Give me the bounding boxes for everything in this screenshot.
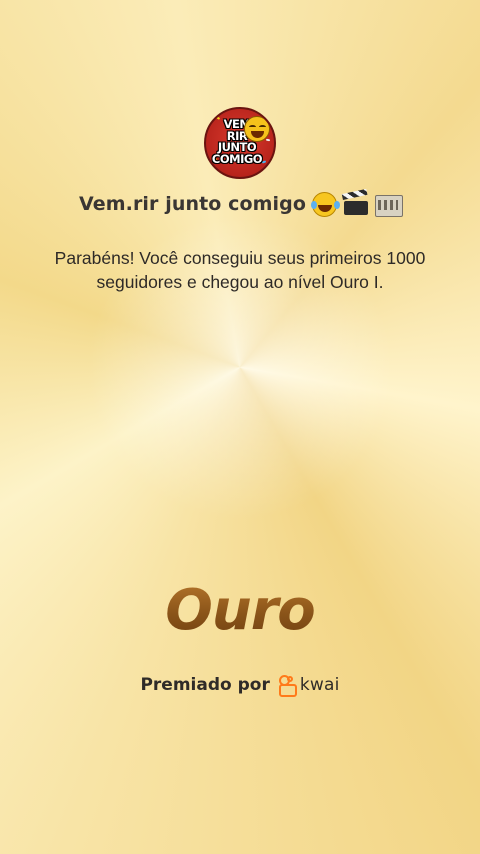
awarded-by-row: Premiado por kwai [0,672,480,698]
laughing-face-icon [244,116,270,142]
clapper-board-emoji-icon [343,192,369,216]
film-frames-emoji-icon [375,192,404,217]
congratulations-message: Parabéns! Você conseguiu seus primeiros … [54,248,426,292]
laughing-tears-emoji-icon [311,191,338,217]
gold-level-card: VEM RIR JUNTO COMIGO Vem.rir junto comig… [0,0,480,854]
channel-avatar: VEM RIR JUNTO COMIGO [204,107,276,179]
kwai-icon [278,675,297,697]
channel-name: Vem.rir junto comigo [78,193,307,215]
level-title: Ouro [0,578,480,643]
kwai-brand-text: kwai [299,675,340,695]
awarded-by-label: Premiado por [140,675,270,695]
kwai-logo: kwai [278,675,340,697]
channel-name-row: Vem.rir junto comigo [0,189,480,219]
